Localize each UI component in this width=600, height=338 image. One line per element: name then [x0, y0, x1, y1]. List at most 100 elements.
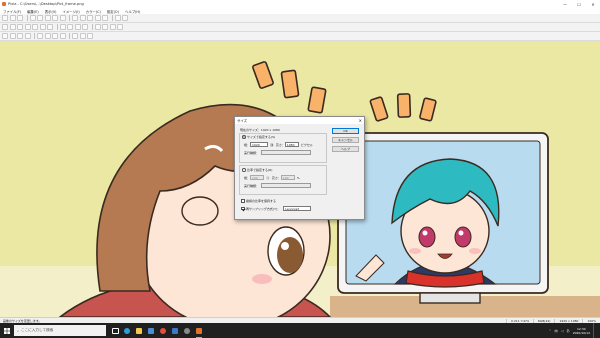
- pixel-size-radio[interactable]: [242, 135, 246, 139]
- save-file-icon[interactable]: [17, 15, 23, 21]
- guide-icon[interactable]: [17, 33, 23, 39]
- crop-icon[interactable]: [109, 24, 116, 30]
- select-icon[interactable]: [102, 15, 108, 21]
- clock-date: 2020/10/12: [572, 330, 590, 335]
- open-file-icon[interactable]: [9, 15, 16, 21]
- lasso-icon[interactable]: [39, 24, 46, 30]
- zoom-in-icon[interactable]: [37, 33, 43, 39]
- color-picker-icon[interactable]: [114, 15, 121, 21]
- chrome-icon[interactable]: [157, 323, 169, 338]
- sharpen-icon[interactable]: [74, 24, 81, 30]
- menu-image[interactable]: イメージ(I): [60, 9, 83, 14]
- method-label: 実行種類：: [244, 150, 260, 155]
- method-select[interactable]: [261, 150, 312, 155]
- line-icon[interactable]: [17, 24, 23, 30]
- pixia-app-icon[interactable]: [193, 323, 205, 338]
- cut-icon[interactable]: [29, 15, 36, 21]
- mail-icon[interactable]: [169, 323, 181, 338]
- pen-icon[interactable]: [2, 24, 8, 30]
- close-icon[interactable]: ✕: [586, 0, 600, 8]
- settings-icon[interactable]: [181, 323, 193, 338]
- menu-help[interactable]: ヘルプ(H): [122, 9, 143, 14]
- rotate-icon[interactable]: [94, 24, 101, 30]
- clock[interactable]: 12:34 2020/10/12: [573, 327, 590, 335]
- grid-icon[interactable]: [2, 33, 8, 39]
- zoom-out-icon[interactable]: [44, 33, 51, 39]
- hand-icon[interactable]: [24, 33, 31, 39]
- histogram-icon[interactable]: [79, 33, 86, 39]
- keep-ratio-checkbox[interactable]: [241, 199, 245, 203]
- search-placeholder: ここに入力して検索: [21, 328, 54, 332]
- percent-method-select[interactable]: [261, 183, 312, 188]
- paste-icon[interactable]: [44, 15, 51, 21]
- text-icon[interactable]: [94, 15, 101, 21]
- percent-width-input[interactable]: 100: [250, 175, 265, 180]
- actual-size-icon[interactable]: [59, 33, 66, 39]
- percent-link-icon[interactable]: ⛓: [266, 176, 270, 180]
- percent-size-fields: 幅： 100 ⛓ 高さ： 100 %: [244, 175, 300, 180]
- resize-icon[interactable]: [117, 24, 123, 30]
- blur-icon[interactable]: [67, 24, 73, 30]
- fill-icon[interactable]: [87, 15, 93, 21]
- dialog-close-icon[interactable]: ✕: [359, 117, 362, 124]
- width-input[interactable]: 1920: [250, 142, 269, 147]
- cancel-button[interactable]: キャンセル: [332, 137, 359, 143]
- pixel-size-option[interactable]: サイズで指定する(S): [242, 135, 275, 139]
- smudge-icon[interactable]: [82, 24, 88, 30]
- network-icon[interactable]: ▤: [554, 329, 557, 333]
- store-icon[interactable]: [145, 323, 157, 338]
- height-label: 高さ：: [275, 142, 285, 147]
- ime-indicator[interactable]: あ: [566, 328, 569, 333]
- keep-ratio-row[interactable]: 縦横の比率を保持する: [241, 199, 276, 203]
- edge-icon[interactable]: [121, 323, 133, 338]
- task-view-icon[interactable]: [109, 323, 121, 338]
- help-button[interactable]: ヘルプ: [332, 146, 359, 152]
- fit-window-icon[interactable]: [52, 33, 58, 39]
- levels-icon[interactable]: [87, 33, 93, 39]
- system-tray: ⌃ ▤ ◁ あ 12:34 2020/10/12: [549, 323, 596, 338]
- show-desktop-button[interactable]: [593, 323, 596, 338]
- resampling-checkbox[interactable]: [241, 206, 245, 211]
- ruler-icon[interactable]: [9, 33, 16, 39]
- minimize-icon[interactable]: —: [558, 0, 572, 8]
- current-size-label: 現在のサイズ：1920 x 1080: [240, 128, 280, 132]
- percent-size-option[interactable]: 比率で指定する(R): [242, 168, 272, 172]
- eraser-icon[interactable]: [79, 15, 86, 21]
- toolbar-separator: [69, 15, 70, 21]
- dialog-title: サイズ: [237, 119, 248, 123]
- file-explorer-icon[interactable]: [133, 323, 145, 338]
- maximize-icon[interactable]: ☐: [572, 0, 586, 8]
- volume-icon[interactable]: ◁: [561, 329, 564, 333]
- flip-icon[interactable]: [102, 24, 108, 30]
- filter-icon[interactable]: [72, 33, 78, 39]
- percent-method-row: 実行種類：: [244, 183, 312, 188]
- redo-icon[interactable]: [59, 15, 66, 21]
- start-button[interactable]: [0, 323, 14, 338]
- menu-file[interactable]: ファイル(F): [0, 9, 24, 14]
- menu-color[interactable]: カラー(C): [83, 9, 104, 14]
- taskbar: ⌕ ここに入力して検索 ⌃ ▤ ◁ あ 12:34 2020/10/12: [0, 323, 600, 338]
- percent-size-radio[interactable]: [242, 168, 246, 172]
- link-ratio-icon[interactable]: ⛓: [270, 143, 274, 147]
- percent-height-input[interactable]: 100: [280, 175, 295, 180]
- new-file-icon[interactable]: [2, 15, 8, 21]
- window-controls: — ☐ ✕: [558, 0, 600, 8]
- taskbar-search[interactable]: ⌕ ここに入力して検索: [14, 325, 106, 336]
- palette-icon[interactable]: [122, 15, 128, 21]
- layer-icon[interactable]: [59, 24, 66, 30]
- chevron-up-icon[interactable]: ⌃: [549, 329, 552, 333]
- ellipse-icon[interactable]: [32, 24, 38, 30]
- ok-button[interactable]: OK: [332, 128, 359, 134]
- toolbar-separator: [91, 24, 93, 30]
- magic-wand-icon[interactable]: [47, 24, 53, 30]
- menu-edit[interactable]: 編集(E): [24, 9, 42, 14]
- undo-icon[interactable]: [52, 15, 58, 21]
- menu-settings[interactable]: 設定(O): [104, 9, 122, 14]
- airbrush-icon[interactable]: [9, 24, 16, 30]
- rectangle-icon[interactable]: [24, 24, 31, 30]
- menu-view[interactable]: 表示(V): [42, 9, 60, 14]
- copy-icon[interactable]: [37, 15, 43, 21]
- brush-icon[interactable]: [72, 15, 78, 21]
- resampling-select[interactable]: Lanczos3: [283, 206, 312, 211]
- height-input[interactable]: 1080: [284, 142, 299, 147]
